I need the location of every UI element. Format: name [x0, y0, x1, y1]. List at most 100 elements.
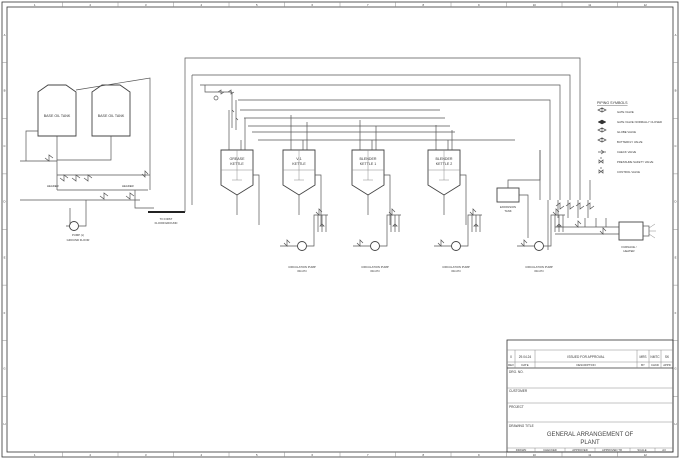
border-col-top: 1	[34, 3, 36, 7]
rev-chkd: NMTC	[650, 355, 660, 359]
border-col-bottom: 6	[311, 453, 313, 457]
kettle-1: GREASEKETTLE	[220, 110, 260, 225]
border-col-bottom: 7	[367, 453, 369, 457]
footer-cell: SCALE	[637, 448, 646, 452]
border-col-bottom: 1	[34, 453, 36, 457]
legend-item-4-label: BUTTERFLY VALVE	[617, 140, 643, 144]
circulation-pump-2: CIRCULATION PUMP30m³/hr	[353, 208, 401, 273]
pump-ground-label-2: GROUND FLOOR	[67, 238, 90, 242]
base-oil-tank-1: BASE OIL TANK	[37, 84, 77, 137]
piping-symbols-title: PIPING SYMBOLS	[597, 101, 628, 105]
border-zone-markers: 112233445566778899101011111212A AB BC CD DE E…	[2, 2, 678, 457]
drawing-title-line-1: GENERAL ARRANGEMENT OF	[547, 432, 634, 438]
kettle-3-name: BLENDER	[360, 157, 377, 161]
legend-item-6-label: PRESSURE SAFETY VALVE	[617, 160, 654, 164]
circulation-pump-2-rate: 30m³/hr	[370, 269, 380, 273]
title-block-footer: DRAWN CHECKED APPROVED APPROVED TR SCALE A3	[516, 448, 666, 452]
legend-item-4: BUTTERFLY VALVE	[597, 137, 643, 144]
pump-ground-label-1: PUMP (x)	[72, 233, 84, 237]
border-col-top: 3	[145, 3, 147, 7]
kettle-2-name: V-1	[296, 157, 301, 161]
field-customer: CUSTOMER	[509, 389, 528, 393]
rev-header-date: DATE	[521, 363, 528, 367]
header-label-1: HEADER	[47, 184, 59, 188]
kettle-4-name: BLENDER	[436, 157, 453, 161]
furnace-label-2: HEATER	[623, 249, 634, 253]
expansion-tank-label-2: TANK	[504, 209, 511, 213]
kettle-1-sub: KETTLE	[230, 162, 244, 166]
footer-cell: DRAWN	[516, 448, 526, 452]
legend-item-3: GLOBE VALVE	[597, 127, 636, 134]
pump-ground-floor: PUMP (x) GROUND FLOOR	[66, 200, 89, 242]
legend-item-5-label: CHECK VALVE	[617, 150, 636, 154]
border-col-top: 4	[200, 3, 202, 7]
border-row-left: C	[3, 144, 5, 148]
legend-item-7: CONTROL VALVE	[598, 167, 640, 174]
legend-item-1-label: GATE VALVE	[617, 110, 634, 114]
rev-appd: SK	[665, 355, 670, 359]
border-col-bottom: 3	[145, 453, 147, 457]
border-row-right: C	[674, 144, 676, 148]
border-row-left: G	[3, 367, 5, 371]
kettle-1-name: GREASE	[230, 157, 246, 161]
circulation-pump-4-rate: 30m³/hr	[534, 269, 544, 273]
border-row-right: H	[674, 422, 676, 426]
footer-cell: APPROVED	[572, 448, 588, 452]
legend-item-5: CHECK VALVE	[598, 149, 636, 155]
first-floor-label-2: FLOOR/GROUND	[155, 221, 178, 225]
circulation-pump-1-rate: 30m³/hr	[297, 269, 307, 273]
border-col-top: 6	[311, 3, 313, 7]
border-col-bottom: 4	[200, 453, 202, 457]
border-col-top: 11	[588, 3, 591, 7]
piping-symbols-legend: PIPING SYMBOLS GATE VALVE GATE VALVE NORM…	[597, 101, 662, 174]
expansion-tank: EXPANSION TANK	[496, 150, 541, 238]
border-row-right: B	[675, 88, 677, 92]
footer-cell: CHECKED	[543, 448, 557, 452]
title-block: 0 29.04.24 ISSUED FOR APPROVAL MRS NMTC …	[506, 339, 674, 453]
border-col-bottom: 12	[644, 453, 648, 457]
border-row-left: F	[4, 311, 6, 315]
circulation-pump-3-rate: 30m³/hr	[451, 269, 461, 273]
border-col-bottom: 10	[533, 453, 537, 457]
kettle-2: V-1KETTLE	[282, 115, 322, 225]
sheet-border-inner	[6, 6, 674, 453]
header-label-2: HEADER	[122, 184, 134, 188]
border-col-top: 12	[644, 3, 648, 7]
kettle-4-sub: KETTLE 2	[436, 162, 453, 166]
field-drawing-title: DRAWING TITLE	[509, 424, 534, 428]
border-row-left: D	[3, 200, 5, 204]
border-col-top: 10	[533, 3, 537, 7]
border-col-top: 9	[478, 3, 480, 7]
rev-header-row: REV DATE DESCRIPTION BY CHKD APPD	[508, 363, 671, 367]
legend-item-3-label: GLOBE VALVE	[617, 130, 636, 134]
legend-item-7-label: CONTROL VALVE	[617, 170, 640, 174]
border-row-left: A	[4, 33, 6, 37]
border-col-bottom: 5	[256, 453, 258, 457]
base-oil-tank-1-label: BASE OIL TANK	[44, 114, 71, 118]
border-col-top: 2	[89, 3, 91, 7]
field-project: PROJECT	[509, 405, 524, 409]
circulation-pump-3: CIRCULATION PUMP30m³/hr	[434, 208, 482, 273]
legend-item-1: GATE VALVE	[597, 107, 634, 114]
border-row-right: D	[674, 200, 676, 204]
rev-header-chkd: CHKD	[651, 363, 659, 367]
border-row-right: E	[675, 255, 677, 259]
base-oil-tank-2: BASE OIL TANK	[91, 84, 131, 137]
rev-header-by: BY	[641, 363, 645, 367]
legend-item-2-label: GATE VALVE NORMALLY CLOSED	[617, 120, 662, 124]
base-oil-tank-2-label: BASE OIL TANK	[98, 114, 125, 118]
kettle-group: GREASEKETTLEV-1KETTLEBLENDERKETTLE 1BLEN…	[220, 110, 467, 225]
top-valve-cluster	[204, 85, 239, 130]
border-col-top: 7	[367, 3, 369, 7]
circulation-pump-group: CIRCULATION PUMP30m³/hr CIRCULATION PUMP3…	[280, 208, 565, 273]
footer-cell: APPROVED TR	[602, 448, 622, 452]
rev-header-description: DESCRIPTION	[576, 363, 595, 367]
footer-cell: A3	[662, 448, 666, 452]
first-floor-header: TO FIRST FLOOR/GROUND	[148, 211, 185, 225]
border-col-top: 5	[256, 3, 258, 7]
legend-item-2: GATE VALVE NORMALLY CLOSED	[597, 119, 662, 125]
border-col-top: 8	[422, 3, 424, 7]
border-col-bottom: 2	[89, 453, 91, 457]
rev-number: 0	[510, 355, 512, 359]
border-row-right: G	[674, 367, 676, 371]
